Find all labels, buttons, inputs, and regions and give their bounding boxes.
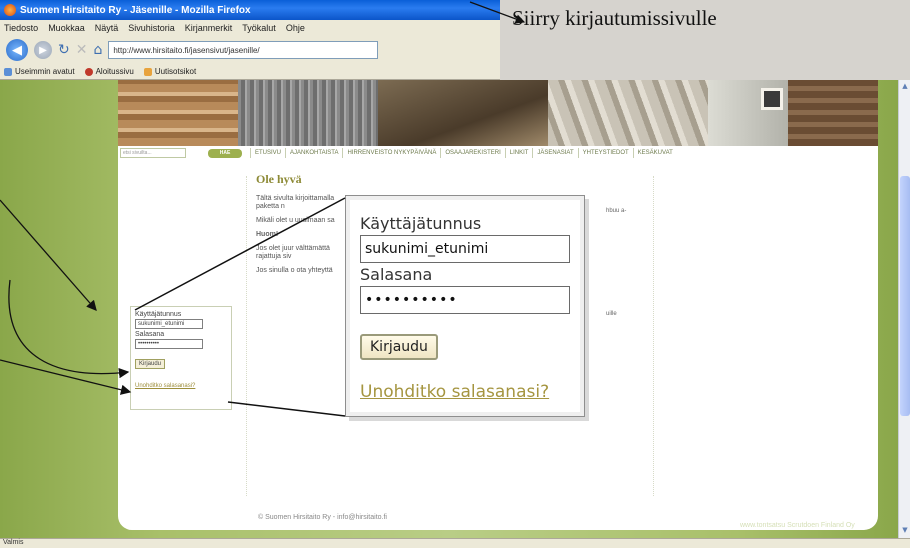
nav-ajankohtaista[interactable]: AJANKOHTAISTA xyxy=(285,148,342,158)
bookmark-label: Aloitussivu xyxy=(95,67,134,76)
zoom-forgot-password-link[interactable]: Unohditko salasanasi? xyxy=(360,382,584,402)
nav-linkit[interactable]: LINKIT xyxy=(504,148,533,158)
bookmark-label: Useimmin avatut xyxy=(15,67,75,76)
menu-item-kirjanmerkit[interactable]: Kirjanmerkit xyxy=(185,23,233,33)
bookmark-label: Uutisotsikot xyxy=(154,67,197,76)
menu-item-sivuhistoria[interactable]: Sivuhistoria xyxy=(128,23,175,33)
rss-feed-icon xyxy=(143,67,152,76)
bookmark-page-icon xyxy=(84,67,93,76)
right-fragment-1: hbuu a- xyxy=(606,208,627,214)
title-bar: Suomen Hirsitaito Ry - Jäsenille - Mozil… xyxy=(0,0,500,20)
login-box: Käyttäjätunnus sukunimi_etunimi Salasana… xyxy=(130,306,232,410)
site-navigation: etsi sivuilta... HAE ETUSIVU AJANKOHTAIS… xyxy=(118,146,878,160)
reload-icon[interactable]: ↻ xyxy=(58,42,70,58)
menu-item-muokkaa[interactable]: Muokkaa xyxy=(48,23,85,33)
menu-bar: Tiedosto Muokkaa Näytä Sivuhistoria Kirj… xyxy=(0,20,500,36)
scrollbar-thumb[interactable] xyxy=(900,176,910,416)
forward-arrow-icon[interactable]: ▶ xyxy=(34,41,52,59)
password-field[interactable]: •••••••••• xyxy=(135,339,203,349)
status-bar: Valmis xyxy=(0,538,910,548)
page-footer: © Suomen Hirsitaito Ry - info@hirsitaito… xyxy=(258,514,387,521)
stop-icon[interactable]: ✕ xyxy=(76,42,88,58)
username-label: Käyttäjätunnus xyxy=(135,311,182,318)
site-search-input[interactable]: etsi sivuilta... xyxy=(120,148,186,158)
nav-jasenasiat[interactable]: JÄSENASIAT xyxy=(532,148,577,158)
zoom-login-button[interactable]: Kirjaudu xyxy=(360,334,438,360)
menu-item-ohje[interactable]: Ohje xyxy=(286,23,305,33)
menu-item-tiedosto[interactable]: Tiedosto xyxy=(4,23,38,33)
firefox-logo-icon xyxy=(4,4,16,16)
scroll-up-icon[interactable]: ▲ xyxy=(900,82,910,92)
nav-hirrenveisto[interactable]: HIRRENVEISTO NYKYPÄIVÄNÄ xyxy=(342,148,440,158)
zoom-username-field[interactable]: sukunimi_etunimi xyxy=(360,235,570,263)
bookmark-folder-icon xyxy=(4,67,12,76)
zoomed-login-callout: Käyttäjätunnus sukunimi_etunimi Salasana… xyxy=(345,195,585,417)
password-label: Salasana xyxy=(135,331,165,338)
page-heading: Ole hyvä xyxy=(256,172,302,186)
username-field[interactable]: sukunimi_etunimi xyxy=(135,319,203,329)
nav-yhteystiedot[interactable]: YHTEYSTIEDOT xyxy=(577,148,633,158)
home-icon[interactable]: ⌂ xyxy=(93,42,102,58)
annotation-text: Siirry kirjautumissivulle xyxy=(512,6,717,30)
right-text-fragments: hbuu a- uille xyxy=(606,208,626,318)
intro-paragraph: Tältä sivulta kirjoittamalla paketta n xyxy=(256,195,335,210)
header-banner-image xyxy=(118,80,878,146)
login-button[interactable]: Kirjaudu xyxy=(135,359,166,369)
notice-heading: Huom! xyxy=(256,231,279,238)
menu-item-nayta[interactable]: Näytä xyxy=(95,23,119,33)
nav-etusivu[interactable]: ETUSIVU xyxy=(250,148,285,158)
bookmark-most-visited[interactable]: Useimmin avatut xyxy=(4,67,75,76)
address-bar[interactable]: http://www.hirsitaito.fi/jasensivut/jase… xyxy=(108,41,379,59)
zoom-password-label: Salasana xyxy=(360,265,433,284)
nav-kesakuvat[interactable]: KESÄKUVAT xyxy=(632,148,677,158)
search-button[interactable]: HAE xyxy=(208,148,242,158)
zoom-username-label: Käyttäjätunnus xyxy=(360,214,482,233)
notice-paragraph: Jos olet juur välttämättä rajattuja siv xyxy=(256,245,330,260)
zoom-password-field[interactable]: •••••••••• xyxy=(360,286,570,314)
right-fragment-2: uille xyxy=(606,311,617,317)
contact-paragraph: Jos sinulla o ota yhteyttä xyxy=(256,267,333,274)
navigation-toolbar: ◀ ▶ ↻ ✕ ⌂ http://www.hirsitaito.fi/jasen… xyxy=(0,36,500,64)
forgot-password-link[interactable]: Unohditko salasanasi? xyxy=(135,383,227,389)
site-credit: www.tontsatsu Scrutdoen Finland Oy xyxy=(740,522,855,529)
back-arrow-icon[interactable]: ◀ xyxy=(6,39,28,61)
window-title: Suomen Hirsitaito Ry - Jäsenille - Mozil… xyxy=(20,4,251,16)
scroll-down-icon[interactable]: ▼ xyxy=(900,526,910,536)
info-paragraph: Mikäli olet u uusimaan sa xyxy=(256,217,335,224)
main-content: Ole hyvä Tältä sivulta kirjoittamalla pa… xyxy=(256,172,338,281)
bookmarks-toolbar: Useimmin avatut Aloitussivu Uutisotsikot xyxy=(0,64,500,80)
vertical-scrollbar[interactable]: ▲ ▼ xyxy=(898,80,910,538)
menu-item-tyokalut[interactable]: Työkalut xyxy=(242,23,276,33)
nav-osaajarekisteri[interactable]: OSAAJAREKISTERI xyxy=(440,148,504,158)
bookmark-start-page[interactable]: Aloitussivu xyxy=(84,67,134,76)
bookmark-news[interactable]: Uutisotsikot xyxy=(143,67,197,76)
